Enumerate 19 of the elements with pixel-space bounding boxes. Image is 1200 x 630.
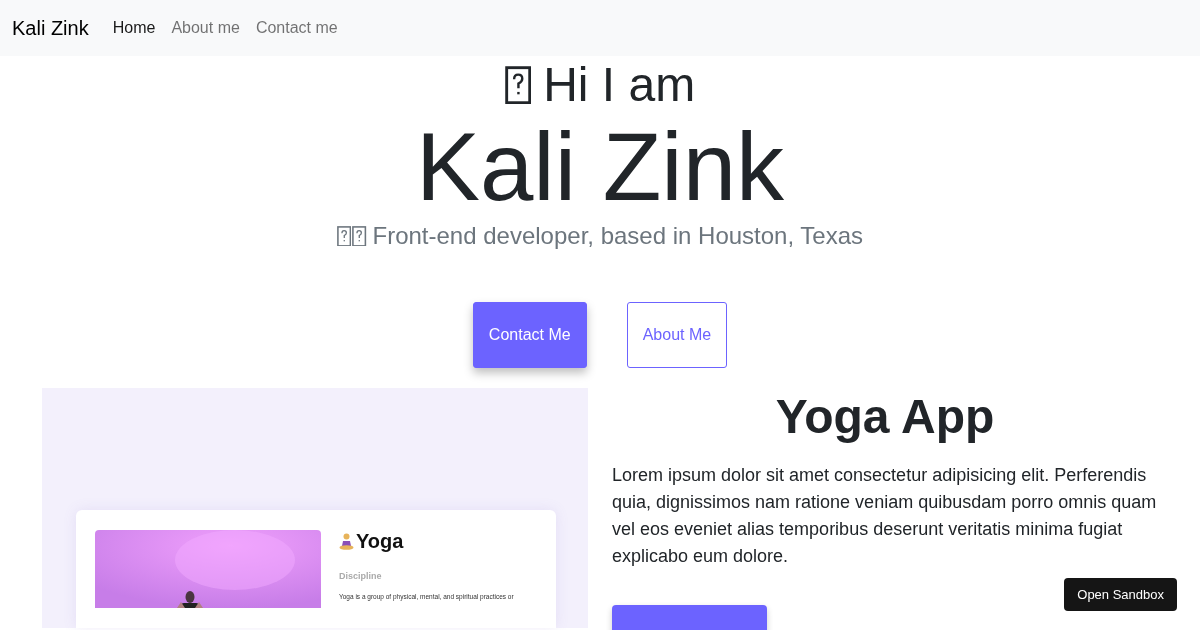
- project-button[interactable]: [612, 605, 767, 630]
- nav-link[interactable]: Contact me: [247, 11, 346, 45]
- missing-glyph-icon: [336, 225, 352, 247]
- hero-name: Kali Zink: [415, 114, 785, 220]
- missing-glyph-icon: [504, 65, 532, 105]
- open-sandbox-button[interactable]: Open Sandbox: [1064, 578, 1177, 611]
- brand-link[interactable]: Kali Zink: [12, 16, 89, 40]
- greeting: Hi I am: [543, 57, 696, 113]
- tagline: Front-end developer, based in Houston, Texas: [372, 222, 864, 250]
- nav-link[interactable]: About me: [163, 11, 248, 45]
- preview-title: Yoga: [356, 530, 404, 553]
- missing-glyph-icon: [352, 225, 367, 247]
- project-description: Lorem ipsum dolor sit amet consectetur adipisicing elit. Perferendis quia, dignissimos nam ratione veniam quibusdam porro omnis quam vel eos eveniet alias temporibus deserunt veritatis minima fugiat explicabo eum dolore.: [612, 464, 1158, 568]
- project-title: Yoga App: [774, 389, 996, 445]
- meditating-figure-icon: [339, 533, 354, 550]
- nav-link[interactable]: Home: [104, 11, 164, 45]
- contact-button[interactable]: Contact Me: [472, 302, 587, 368]
- about-button[interactable]: About Me: [626, 302, 728, 368]
- preview-label: Discipline: [339, 571, 383, 581]
